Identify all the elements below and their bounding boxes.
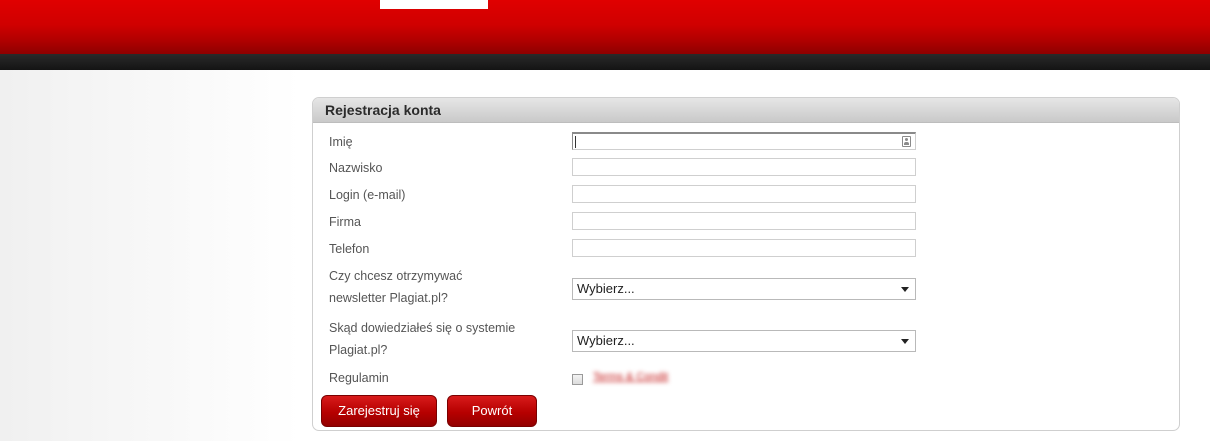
back-button[interactable]: Powrót bbox=[447, 395, 537, 427]
phone-label: Telefon bbox=[329, 242, 370, 256]
company-label: Firma bbox=[329, 215, 361, 229]
header-strip bbox=[0, 54, 1210, 70]
first-name-input[interactable] bbox=[572, 132, 916, 150]
terms-link[interactable]: Terms & Condit bbox=[593, 371, 668, 383]
company-input[interactable] bbox=[572, 212, 916, 230]
source-selected-value: Wybierz... bbox=[577, 333, 635, 348]
login-label: Login (e-mail) bbox=[329, 188, 406, 202]
registration-panel: Rejestracja konta Imię Nazwisko Login (e… bbox=[312, 97, 1180, 431]
source-select[interactable]: Wybierz... bbox=[572, 330, 916, 352]
terms-checkbox[interactable] bbox=[572, 374, 583, 385]
newsletter-select[interactable]: Wybierz... bbox=[572, 278, 916, 300]
phone-input[interactable] bbox=[572, 239, 916, 257]
register-button[interactable]: Zarejestruj się bbox=[321, 395, 437, 427]
newsletter-label-line1: Czy chcesz otrzymywać bbox=[329, 269, 463, 283]
last-name-label: Nazwisko bbox=[329, 161, 383, 175]
newsletter-label-line2: newsletter Plagiat.pl? bbox=[329, 291, 448, 305]
header-bar bbox=[0, 0, 1210, 54]
contact-card-icon[interactable] bbox=[902, 136, 911, 147]
last-name-input[interactable] bbox=[572, 158, 916, 176]
newsletter-selected-value: Wybierz... bbox=[577, 281, 635, 296]
first-name-label: Imię bbox=[329, 135, 353, 149]
terms-label: Regulamin bbox=[329, 371, 389, 385]
source-label-line1: Skąd dowiedziałeś się o systemie bbox=[329, 321, 516, 335]
login-email-input[interactable] bbox=[572, 185, 916, 203]
source-label-line2: Plagiat.pl? bbox=[329, 343, 388, 357]
text-cursor bbox=[575, 136, 576, 148]
chevron-down-icon bbox=[901, 339, 909, 344]
header-notch bbox=[380, 0, 488, 9]
page-gutter bbox=[0, 70, 300, 441]
chevron-down-icon bbox=[901, 287, 909, 292]
panel-title: Rejestracja konta bbox=[313, 98, 1179, 123]
